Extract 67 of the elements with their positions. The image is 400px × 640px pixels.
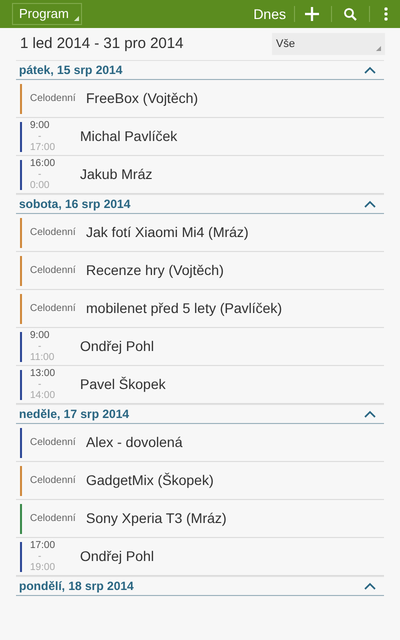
- end-time: 14:00: [30, 390, 56, 401]
- event-row[interactable]: Celodenní GadgetMix (Škopek): [16, 462, 384, 500]
- event-row[interactable]: Celodenní mobilenet před 5 lety (Pavlíček): [16, 290, 384, 328]
- more-icon[interactable]: [384, 7, 388, 21]
- start-time: 16:00: [30, 158, 56, 169]
- time-separator: -: [37, 341, 42, 352]
- end-time: 17:00: [30, 142, 56, 153]
- event-row[interactable]: Celodenní Jak fotí Xiaomi Mi4 (Mráz): [16, 214, 384, 252]
- start-time: 9:00: [30, 330, 50, 341]
- event-row[interactable]: Celodenní FreeBox (Vojtěch): [16, 80, 384, 118]
- event-title: Recenze hry (Vojtěch): [86, 261, 224, 280]
- event-row[interactable]: 9:00 - 17:00 Michal Pavlíček: [16, 118, 384, 156]
- time-separator: -: [37, 551, 42, 562]
- day-header[interactable]: sobota, 16 srp 2014: [16, 194, 384, 214]
- event-title: Jak fotí Xiaomi Mi4 (Mráz): [86, 223, 249, 242]
- start-time: 17:00: [30, 540, 56, 551]
- event-title: Jakub Mráz: [80, 165, 152, 184]
- event-title: Ondřej Pohl: [80, 337, 154, 356]
- date-range: 1 led 2014 - 31 pro 2014: [20, 34, 184, 54]
- time-separator: -: [37, 131, 42, 142]
- event-title: mobilenet před 5 lety (Pavlíček): [86, 299, 282, 318]
- end-time: 19:00: [30, 562, 56, 573]
- event-title: GadgetMix (Škopek): [86, 471, 214, 490]
- collapse-icon[interactable]: [364, 66, 376, 74]
- event-row[interactable]: 17:00 - 19:00 Ondřej Pohl: [16, 538, 384, 576]
- event-title: Ondřej Pohl: [80, 547, 154, 566]
- all-day-label: Celodenní: [30, 474, 77, 488]
- dropdown-corner-icon: [376, 46, 381, 51]
- event-row[interactable]: 16:00 - 0:00 Jakub Mráz: [16, 156, 384, 194]
- all-day-label: Celodenní: [30, 512, 77, 526]
- event-row[interactable]: Celodenní Recenze hry (Vojtěch): [16, 252, 384, 290]
- day-header[interactable]: pondělí, 18 srp 2014: [16, 576, 384, 596]
- start-time: 9:00: [30, 120, 50, 131]
- collapse-icon[interactable]: [364, 410, 376, 418]
- dropdown-corner-icon: [74, 16, 79, 21]
- event-title: Alex - dovolená: [86, 433, 183, 452]
- time-separator: -: [37, 379, 42, 390]
- day-header[interactable]: neděle, 17 srp 2014: [16, 404, 384, 424]
- day-title: neděle, 17 srp 2014: [19, 406, 130, 423]
- view-dropdown[interactable]: Program: [12, 3, 82, 25]
- event-title: Michal Pavlíček: [80, 127, 178, 146]
- today-button[interactable]: Dnes: [249, 4, 290, 24]
- all-day-label: Celodenní: [30, 436, 77, 450]
- end-time: 0:00: [30, 180, 50, 191]
- all-day-label: Celodenní: [30, 226, 77, 240]
- event-title: Sony Xperia T3 (Mráz): [86, 509, 227, 528]
- end-time: 11:00: [30, 352, 54, 363]
- collapse-icon[interactable]: [364, 582, 376, 590]
- search-icon[interactable]: [344, 8, 357, 20]
- start-time: 13:00: [30, 368, 56, 379]
- day-title: pondělí, 18 srp 2014: [19, 578, 135, 595]
- collapse-icon[interactable]: [364, 200, 376, 208]
- event-row[interactable]: Celodenní Sony Xperia T3 (Mráz): [16, 500, 384, 538]
- all-day-label: Celodenní: [30, 92, 77, 106]
- event-title: FreeBox (Vojtěch): [86, 89, 198, 108]
- add-icon[interactable]: [305, 7, 319, 21]
- event-row[interactable]: Celodenní Alex - dovolená: [16, 424, 384, 462]
- day-title: pátek, 15 srp 2014: [19, 62, 124, 79]
- day-title: sobota, 16 srp 2014: [19, 196, 132, 213]
- event-row[interactable]: 13:00 - 14:00 Pavel Škopek: [16, 366, 384, 404]
- time-separator: -: [37, 169, 42, 180]
- day-header[interactable]: pátek, 15 srp 2014: [16, 60, 384, 80]
- all-day-label: Celodenní: [30, 264, 77, 278]
- all-day-label: Celodenní: [30, 302, 77, 316]
- event-row[interactable]: 9:00 - 11:00 Ondřej Pohl: [16, 328, 384, 366]
- filter-dropdown[interactable]: Vše: [272, 33, 385, 55]
- event-title: Pavel Škopek: [80, 375, 166, 394]
